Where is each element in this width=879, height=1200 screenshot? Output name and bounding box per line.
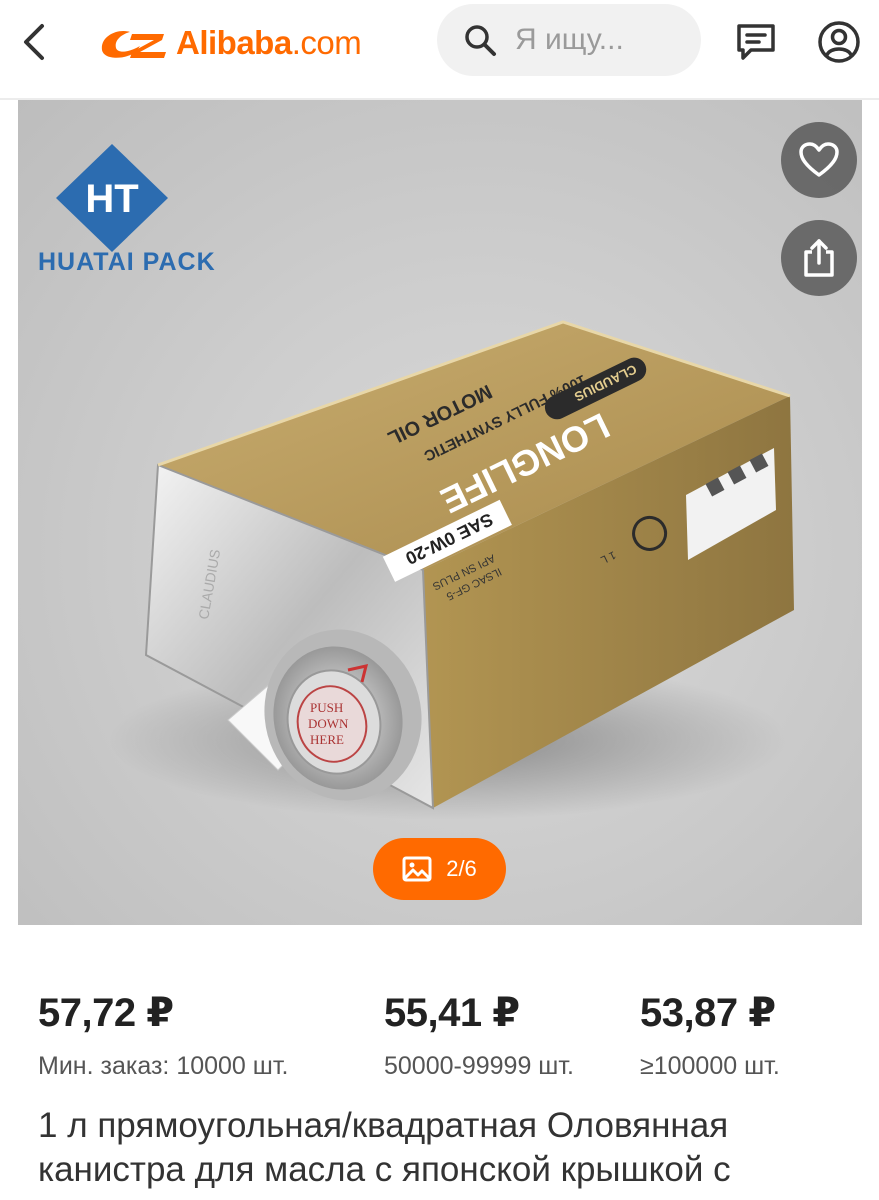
alibaba-logo-icon	[101, 30, 166, 58]
gallery-right-margin	[862, 100, 879, 925]
top-bar: Alibaba.com	[0, 0, 879, 100]
huatai-logo-text: HT	[85, 177, 138, 221]
account-icon	[818, 21, 860, 63]
messages-button[interactable]	[728, 14, 784, 70]
share-icon	[804, 239, 834, 277]
price-tier: 57,72 ₽ Мин. заказ: 10000 шт.	[38, 985, 288, 1083]
price-tiers: 57,72 ₽ Мин. заказ: 10000 шт. 55,41 ₽ 50…	[0, 985, 879, 1085]
huatai-watermark: HUATAI PACK	[38, 248, 216, 276]
image-counter-text: 2/6	[446, 856, 477, 881]
favorite-button[interactable]	[781, 122, 857, 198]
account-button[interactable]	[811, 14, 867, 70]
price-value: 55,41 ₽	[384, 991, 520, 1035]
price-tier: 55,41 ₽ 50000-99999 шт.	[384, 985, 574, 1083]
search-input[interactable]	[515, 23, 695, 57]
image-icon	[402, 856, 432, 882]
back-button[interactable]	[10, 14, 58, 70]
price-quantity: 50000-99999 шт.	[384, 1052, 574, 1080]
gallery-left-margin	[0, 100, 18, 925]
image-counter[interactable]: 2/6	[373, 838, 506, 900]
alibaba-logo[interactable]: Alibaba.com	[96, 20, 362, 66]
price-value: 53,87 ₽	[640, 991, 776, 1035]
cap-text-1: PUSH	[310, 700, 343, 715]
price-tier: 53,87 ₽ ≥100000 шт.	[640, 985, 780, 1083]
price-quantity: Мин. заказ: 10000 шт.	[38, 1052, 289, 1080]
cap-text-2: DOWN	[308, 716, 349, 731]
logo-wordmark: Alibaba.com	[176, 24, 362, 61]
price-quantity: ≥100000 шт.	[640, 1052, 780, 1080]
message-icon	[737, 24, 775, 60]
back-arrow-icon	[24, 24, 44, 60]
cap-text-3: HERE	[310, 732, 344, 747]
heart-icon	[799, 142, 839, 177]
product-title: 1 л прямоугольная/квадратная Оловянная к…	[38, 1106, 731, 1189]
search-bar[interactable]	[437, 4, 701, 76]
share-button[interactable]	[781, 220, 857, 296]
search-icon	[465, 25, 496, 56]
price-value: 57,72 ₽	[38, 991, 174, 1035]
product-image-gallery[interactable]: LONGLIFE 100% FULLY SYNTHETIC MOTOR OIL …	[18, 100, 862, 925]
